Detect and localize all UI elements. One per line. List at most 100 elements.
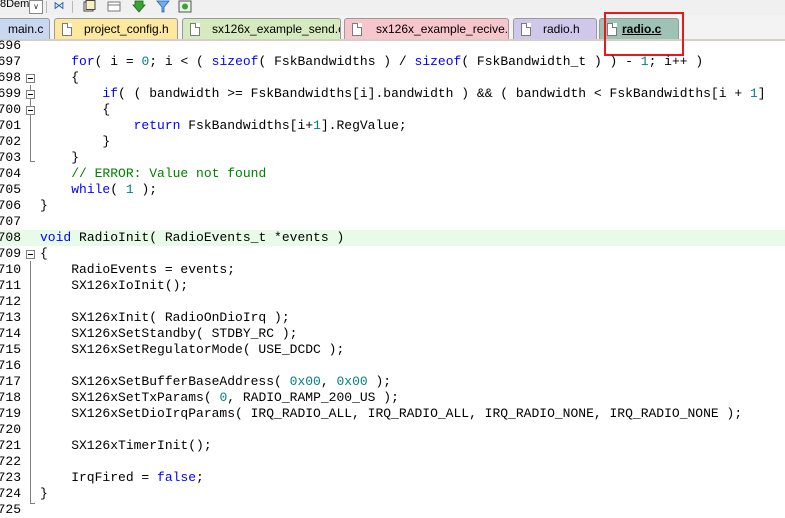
copy-icon[interactable] xyxy=(82,0,96,13)
toolbar-separator xyxy=(72,1,73,13)
settings-icon[interactable] xyxy=(178,0,192,13)
code-text: IrqFired = false; xyxy=(40,470,204,485)
code-line[interactable]: 707 xyxy=(0,214,785,230)
file-icon xyxy=(190,23,200,36)
code-line[interactable]: 718 SX126xSetTxParams( 0, RADIO_RAMP_200… xyxy=(0,390,785,406)
code-editor[interactable]: 696 697 for( i = 0; i < ( sizeof( FskBand… xyxy=(0,38,785,517)
code-line[interactable]: 709 { xyxy=(0,246,785,262)
code-line[interactable]: 716 xyxy=(0,358,785,374)
file-icon xyxy=(521,23,531,36)
code-text: SX126xSetRegulatorMode( USE_DCDC ); xyxy=(40,342,345,357)
line-number: 724 xyxy=(0,486,21,501)
file-icon xyxy=(352,23,362,36)
line-number: 707 xyxy=(0,214,21,229)
line-number: 700 xyxy=(0,102,21,117)
line-number: 696 xyxy=(0,38,21,53)
code-line[interactable]: 704 // ERROR: Value not found xyxy=(0,166,785,182)
code-line[interactable]: 719 SX126xSetDioIrqParams( IRQ_RADIO_ALL… xyxy=(0,406,785,422)
tab-label: project_config.h xyxy=(84,22,169,36)
tab-label: sx126x_example_send.c xyxy=(212,22,341,36)
line-number: 701 xyxy=(0,118,21,133)
code-line[interactable]: 699 if( ( bandwidth >= FskBandwidths[i].… xyxy=(0,86,785,102)
line-number: 705 xyxy=(0,182,21,197)
code-line[interactable]: 700 { xyxy=(0,102,785,118)
code-text: SX126xSetStandby( STDBY_RC ); xyxy=(40,326,298,341)
tab-label: radio.h xyxy=(543,22,580,36)
code-line[interactable]: 710 RadioEvents = events; xyxy=(0,262,785,278)
code-text: void RadioInit( RadioEvents_t *events ) xyxy=(40,230,345,245)
code-text: while( 1 ); xyxy=(71,182,158,197)
tab-project-config-h[interactable]: project_config.h xyxy=(54,18,178,40)
line-number: 698 xyxy=(0,70,21,85)
code-line[interactable]: 721 SX126xTimerInit(); xyxy=(0,438,785,454)
line-number: 713 xyxy=(0,310,21,325)
code-text: // ERROR: Value not found xyxy=(71,166,267,181)
file-icon xyxy=(62,23,72,36)
fold-toggle-icon[interactable] xyxy=(26,74,35,83)
code-text: SX126xTimerInit(); xyxy=(40,438,212,453)
line-number: 711 xyxy=(0,278,21,293)
code-text: { xyxy=(40,102,111,117)
line-number: 702 xyxy=(0,134,21,149)
fold-toggle-icon[interactable] xyxy=(26,90,35,99)
tab-label: main.c xyxy=(8,22,44,36)
code-line[interactable]: 703 } xyxy=(0,150,785,166)
code-line[interactable]: 698 { xyxy=(0,70,785,86)
code-text: { xyxy=(40,246,48,261)
code-text: if( ( bandwidth >= FskBandwidths[i].band… xyxy=(102,86,766,101)
code-text: SX126xSetDioIrqParams( IRQ_RADIO_ALL, IR… xyxy=(40,406,743,421)
code-text: SX126xIoInit(); xyxy=(40,278,189,293)
line-number: 699 xyxy=(0,86,21,101)
code-text: return FskBandwidths[i+1].RegValue; xyxy=(133,118,407,133)
download-icon[interactable] xyxy=(132,0,146,13)
line-number: 704 xyxy=(0,166,21,181)
code-line[interactable]: 723 IrqFired = false; xyxy=(0,470,785,486)
tab-sx126x-example-recive-c[interactable]: sx126x_example_recive.c xyxy=(344,18,509,40)
line-number: 706 xyxy=(0,198,21,213)
fold-toggle-icon[interactable] xyxy=(26,106,35,115)
code-line[interactable]: 712 xyxy=(0,294,785,310)
code-line[interactable]: 720 xyxy=(0,422,785,438)
tab-main-c[interactable]: main.c xyxy=(0,18,50,40)
code-line[interactable]: 722 xyxy=(0,454,785,470)
code-line[interactable]: 696 xyxy=(0,38,785,54)
code-line[interactable]: 711 SX126xIoInit(); xyxy=(0,278,785,294)
window-icon[interactable] xyxy=(107,0,121,13)
line-number: 712 xyxy=(0,294,21,309)
code-text: for( i = 0; i < ( sizeof( FskBandwidths … xyxy=(71,54,704,69)
line-number: 710 xyxy=(0,262,21,277)
code-line[interactable]: 715 SX126xSetRegulatorMode( USE_DCDC ); xyxy=(0,342,785,358)
line-number: 723 xyxy=(0,470,21,485)
line-number: 714 xyxy=(0,326,21,341)
filter-icon[interactable] xyxy=(156,0,170,13)
code-line[interactable]: 708 void RadioInit( RadioEvents_t *events… xyxy=(0,230,785,246)
line-number: 703 xyxy=(0,150,21,165)
project-selector-text[interactable]: 8Dem xyxy=(0,0,29,10)
code-line[interactable]: 697 for( i = 0; i < ( sizeof( FskBandwid… xyxy=(0,54,785,70)
line-number: 718 xyxy=(0,390,21,405)
code-text: } xyxy=(40,486,48,501)
code-text: RadioEvents = events; xyxy=(40,262,236,277)
project-tree-icon[interactable]: ⋈ xyxy=(52,0,66,13)
line-number: 716 xyxy=(0,358,21,373)
code-line[interactable]: 717 SX126xSetBufferBaseAddress( 0x00, 0x… xyxy=(0,374,785,390)
line-number: 708 xyxy=(0,230,21,245)
code-text: } xyxy=(40,134,111,149)
line-number: 715 xyxy=(0,342,21,357)
line-number: 719 xyxy=(0,406,21,421)
project-dropdown-button[interactable]: ∨ xyxy=(29,0,43,14)
code-line[interactable]: 706} xyxy=(0,198,785,214)
toolbar-separator xyxy=(46,1,47,13)
line-number: 722 xyxy=(0,454,21,469)
code-line[interactable]: 724} xyxy=(0,486,785,502)
code-line[interactable]: 713 SX126xInit( RadioOnDioIrq ); xyxy=(0,310,785,326)
line-number: 697 xyxy=(0,54,21,69)
code-line[interactable]: 714 SX126xSetStandby( STDBY_RC ); xyxy=(0,326,785,342)
code-line[interactable]: 702 } xyxy=(0,134,785,150)
tab-sx126x-example-send-c[interactable]: sx126x_example_send.c xyxy=(182,18,341,40)
line-number: 717 xyxy=(0,374,21,389)
code-line[interactable]: 705 while( 1 ); xyxy=(0,182,785,198)
tab-radio-h[interactable]: radio.h xyxy=(513,18,597,40)
fold-toggle-icon[interactable] xyxy=(26,250,35,259)
code-line[interactable]: 701 return FskBandwidths[i+1].RegValue; xyxy=(0,118,785,134)
